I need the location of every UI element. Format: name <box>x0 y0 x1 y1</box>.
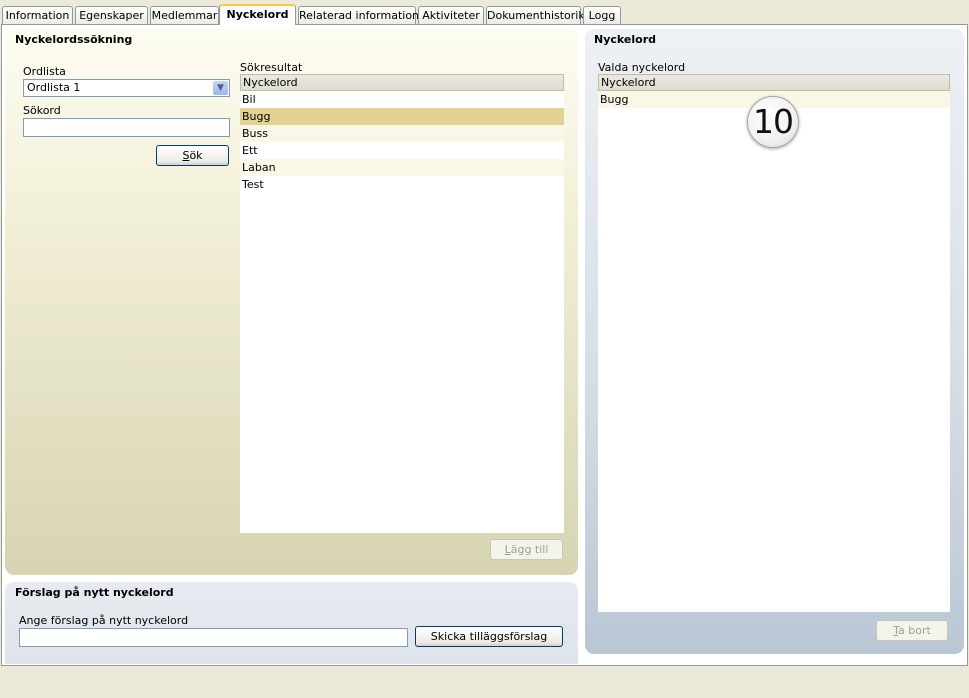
sokord-input[interactable] <box>23 118 230 137</box>
suggest-keyword-input[interactable] <box>19 628 408 647</box>
submit-suggestion-button[interactable]: Skicka tilläggsförslag <box>415 626 563 647</box>
step-number-badge: 10 <box>747 96 799 148</box>
tab-medlemmar[interactable]: Medlemmar <box>150 6 219 24</box>
sokord-label: Sökord <box>23 104 61 117</box>
table-row[interactable]: Test <box>240 176 564 193</box>
keyword-search-title: Nyckelordssökning <box>15 33 133 46</box>
selected-column-header[interactable]: Nyckelord <box>598 74 950 91</box>
ordlista-label: Ordlista <box>23 65 66 78</box>
remove-button[interactable]: Ta bort <box>876 620 948 641</box>
ordlista-value: Ordlista 1 <box>27 81 81 94</box>
table-row[interactable]: Buss <box>240 125 564 142</box>
search-button[interactable]: Sök <box>156 145 229 166</box>
chevron-down-icon[interactable]: ▼ <box>213 81 228 95</box>
table-row[interactable]: Laban <box>240 159 564 176</box>
ordlista-select[interactable]: Ordlista 1 ▼ <box>23 79 230 97</box>
selected-keywords-grid: Nyckelord Bugg <box>598 74 950 612</box>
tab-aktiviteter[interactable]: Aktiviteter <box>418 6 484 24</box>
selected-keywords-label: Valda nyckelord <box>598 61 686 74</box>
tab-dokumenthistorik[interactable]: Dokumenthistorik <box>486 6 585 24</box>
search-results-grid: Nyckelord Bil Bugg Buss Ett Laban Test <box>240 74 564 533</box>
search-results-label: Sökresultat <box>240 61 303 74</box>
results-column-header[interactable]: Nyckelord <box>240 74 564 91</box>
tab-nyckelord[interactable]: Nyckelord <box>219 4 296 25</box>
tab-egenskaper[interactable]: Egenskaper <box>75 6 148 24</box>
add-button[interactable]: Lägg till <box>490 539 563 560</box>
tab-information[interactable]: Information <box>2 6 73 24</box>
selected-keywords-title: Nyckelord <box>594 33 657 46</box>
suggest-keyword-title: Förslag på nytt nyckelord <box>15 586 174 599</box>
table-row-selected[interactable]: Bugg <box>240 108 564 125</box>
table-row[interactable]: Bil <box>240 91 564 108</box>
tab-relaterad-information[interactable]: Relaterad information <box>298 6 419 24</box>
tab-logg[interactable]: Logg <box>583 6 621 24</box>
suggest-keyword-label: Ange förslag på nytt nyckelord <box>19 614 189 627</box>
table-row[interactable]: Ett <box>240 142 564 159</box>
